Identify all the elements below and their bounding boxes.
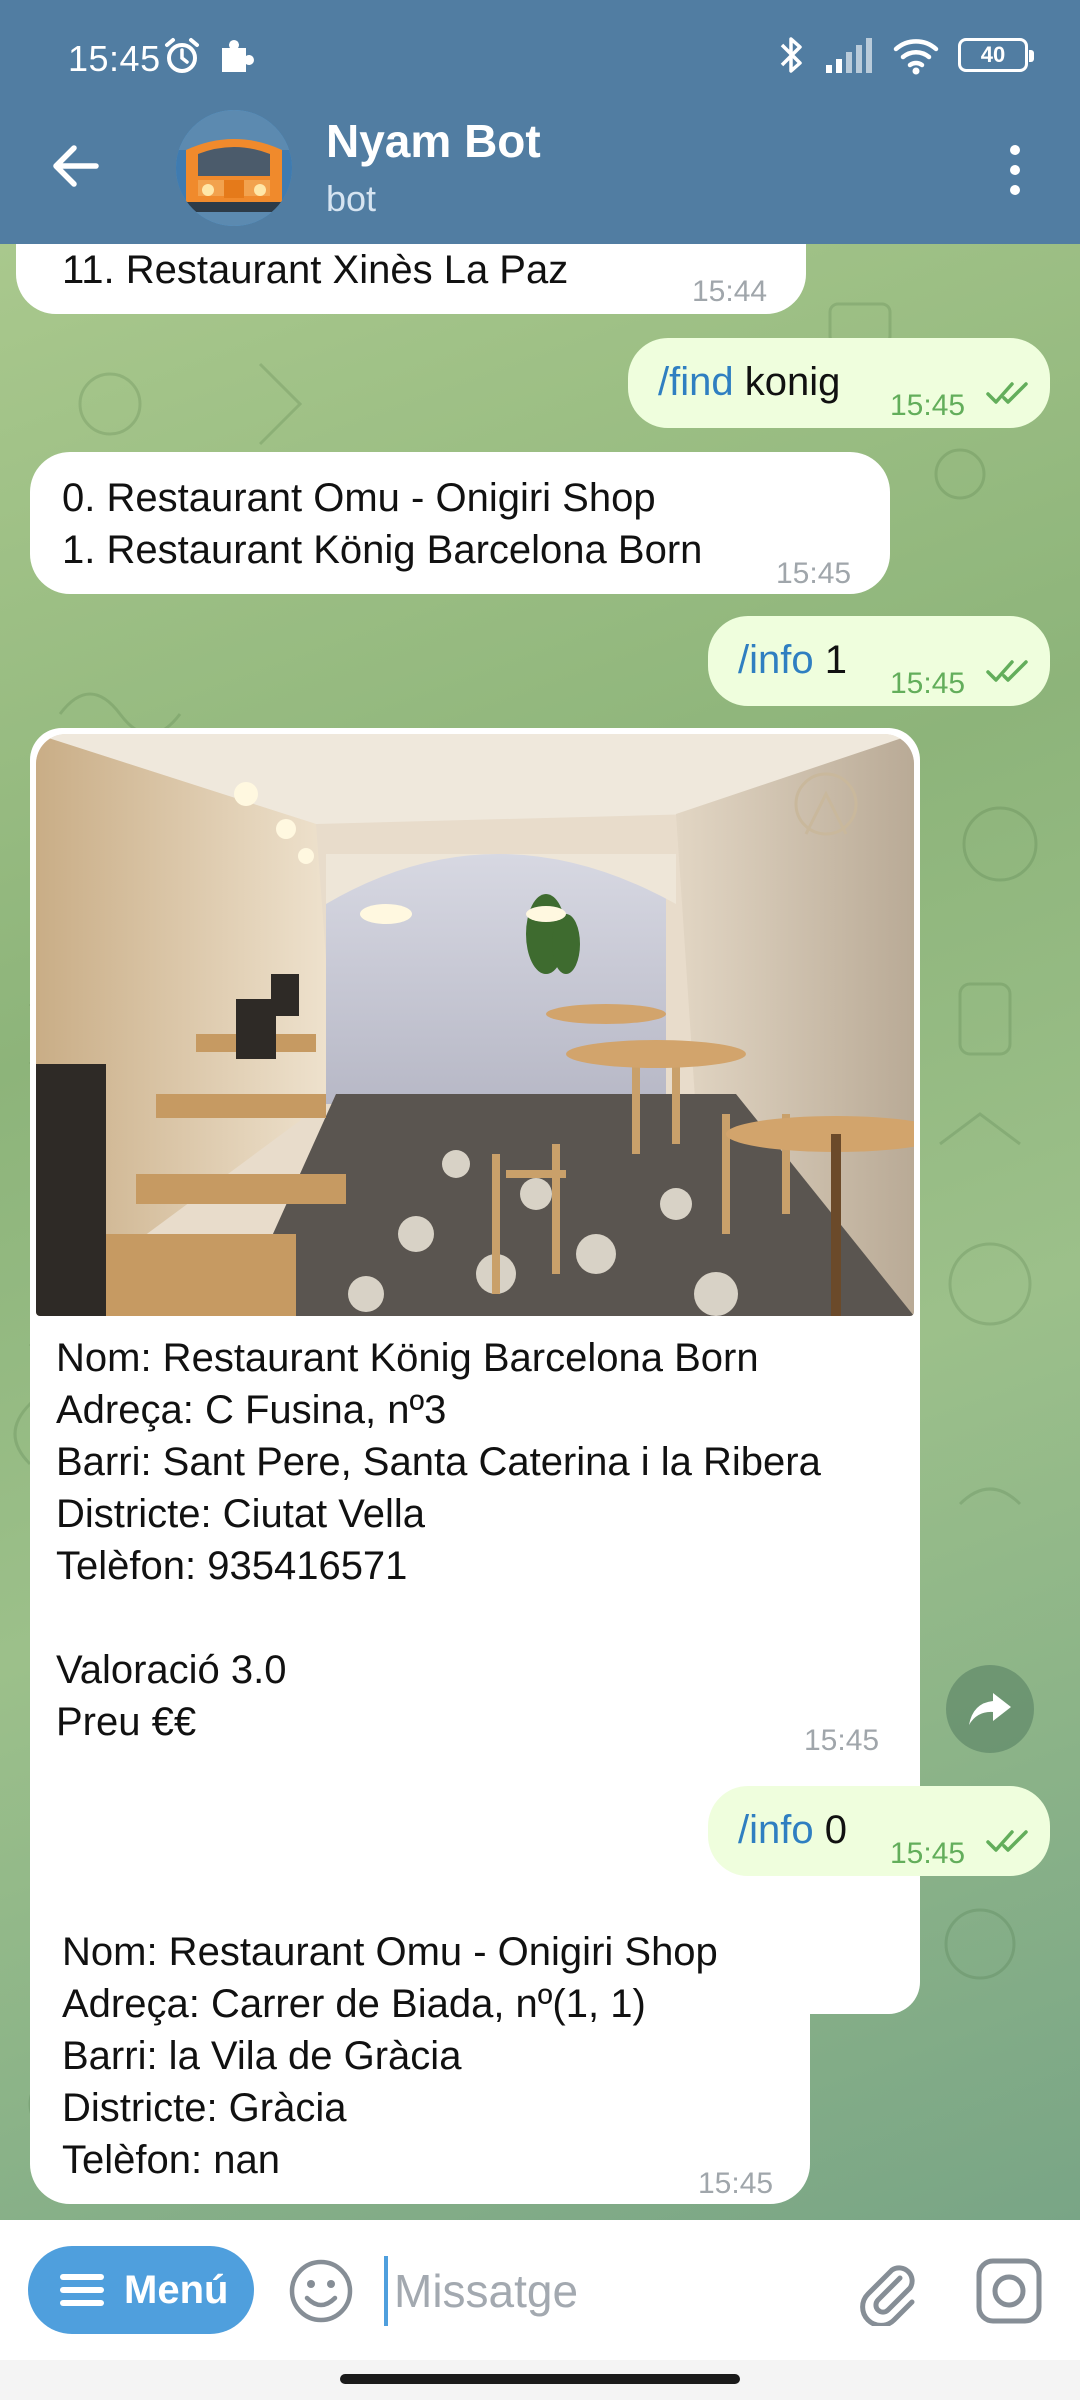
restaurant-photo[interactable]	[36, 734, 914, 1316]
puzzle-icon	[222, 40, 254, 72]
more-options-icon[interactable]	[1000, 140, 1030, 200]
message-line: 0. Restaurant Omu - Onigiri Shop	[62, 476, 656, 520]
status-time: 15:45	[68, 38, 161, 79]
outgoing-message[interactable]: /find konig 15:45	[628, 338, 1050, 428]
chat-header: 15:45 40 Nyam Bot bot	[0, 0, 1080, 244]
battery-icon: 40	[958, 38, 1034, 72]
command-argument: konig	[744, 360, 841, 404]
status-left-icons	[162, 36, 254, 76]
info-line-phone: Telèfon: nan	[62, 2138, 280, 2182]
back-arrow-icon[interactable]	[46, 136, 106, 196]
message-text: /info 1	[738, 634, 847, 686]
battery-level: 40	[980, 42, 1006, 67]
chat-title[interactable]: Nyam Bot	[326, 114, 541, 168]
read-checkmarks-icon	[986, 1830, 1028, 1852]
info-line-district: Districte: Gràcia	[62, 2086, 347, 2130]
command-link[interactable]: /info	[738, 1808, 814, 1852]
message-time: 15:45	[890, 1837, 966, 1870]
train-avatar-icon	[176, 110, 292, 226]
restaurant-info-text: Nom: Restaurant König Barcelona Born Adr…	[56, 1332, 821, 1748]
message-text: /find konig	[658, 356, 840, 408]
info-line-blank	[56, 1592, 821, 1644]
info-line-phone: Telèfon: 935416571	[56, 1544, 408, 1588]
command-argument: 0	[824, 1808, 847, 1852]
message-time: 15:45	[890, 667, 966, 700]
bot-avatar[interactable]	[176, 110, 292, 226]
info-line-address: Adreça: C Fusina, nº3	[56, 1388, 447, 1432]
message-time: 15:45	[776, 557, 852, 590]
read-checkmarks-icon	[986, 660, 1028, 682]
command-argument: 1	[824, 638, 847, 682]
read-checkmarks-icon	[986, 382, 1028, 404]
chat-subtitle: bot	[326, 178, 377, 219]
status-bar: 15:45 40	[0, 0, 1080, 120]
message-input[interactable]	[384, 2256, 824, 2326]
message-time: 15:45	[890, 389, 966, 422]
message-text: /info 0	[738, 1804, 847, 1856]
command-link[interactable]: /info	[738, 638, 814, 682]
bluetooth-icon	[780, 37, 802, 73]
incoming-message[interactable]: 0. Restaurant Omu - Onigiri Shop 1. Rest…	[30, 452, 890, 594]
menu-button-label: Menú	[124, 2267, 229, 2312]
outgoing-message[interactable]: /info 1 15:45	[708, 616, 1050, 706]
hamburger-icon	[60, 2274, 104, 2306]
info-line-address: Adreça: Carrer de Biada, nº(1, 1)	[62, 1982, 646, 2026]
info-line-name: Nom: Restaurant König Barcelona Born	[56, 1336, 759, 1380]
info-line-rating: Valoració 3.0	[56, 1648, 287, 1692]
info-line-district: Districte: Ciutat Vella	[56, 1492, 426, 1536]
wifi-icon	[893, 39, 939, 75]
alarm-icon	[165, 38, 199, 73]
camera-icon[interactable]	[974, 2256, 1044, 2326]
status-right-icons: 40	[776, 34, 1034, 76]
message-time: 15:45	[804, 1724, 880, 1757]
paperclip-icon[interactable]	[852, 2256, 922, 2326]
info-line-name: Nom: Restaurant Omu - Onigiri Shop	[62, 1930, 718, 1974]
info-line-neighborhood: Barri: Sant Pere, Santa Caterina i la Ri…	[56, 1440, 821, 1484]
incoming-message[interactable]: 11. Restaurant Xinès La Paz 15:44	[16, 244, 806, 314]
chat-area[interactable]: 11. Restaurant Xinès La Paz 15:44 /find …	[0, 244, 1080, 2220]
system-navigation-bar	[0, 2360, 1080, 2400]
message-text: 11. Restaurant Xinès La Paz	[62, 248, 569, 292]
forward-button[interactable]	[946, 1665, 1034, 1753]
emoji-icon[interactable]	[288, 2258, 354, 2324]
outgoing-message[interactable]: /info 0 15:45	[708, 1786, 1050, 1876]
info-line-neighborhood: Barri: la Vila de Gràcia	[62, 2034, 462, 2078]
info-line-price: Preu €€	[56, 1700, 197, 1744]
signal-icon	[826, 38, 872, 73]
incoming-message[interactable]: Nom: Restaurant Omu - Onigiri Shop Adreç…	[30, 1902, 810, 2204]
message-time: 15:45	[698, 2167, 774, 2200]
message-line: 1. Restaurant König Barcelona Born	[62, 528, 703, 572]
bot-menu-button[interactable]: Menú	[28, 2246, 254, 2334]
command-link[interactable]: /find	[658, 360, 734, 404]
share-arrow-icon	[969, 1693, 1011, 1725]
home-indicator[interactable]	[340, 2374, 740, 2384]
message-time: 15:44	[692, 275, 768, 308]
